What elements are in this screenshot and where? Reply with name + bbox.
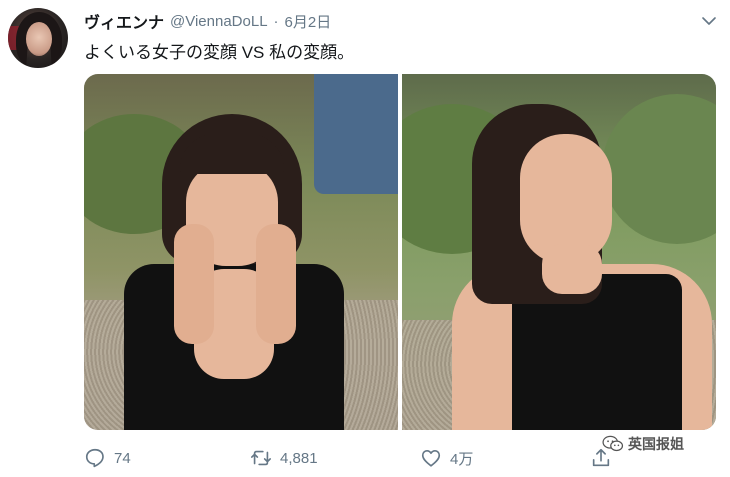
photo-background-wall: [314, 74, 398, 194]
header-separator: ·: [273, 12, 279, 30]
photo-hand-left: [174, 224, 214, 344]
avatar-face: [26, 22, 52, 56]
reply-button[interactable]: 74: [84, 444, 131, 472]
photo-bangs: [180, 134, 284, 174]
like-icon: [421, 450, 441, 467]
like-count: 4万: [450, 450, 474, 468]
display-name[interactable]: ヴィエンナ: [84, 9, 164, 33]
tweet-header: ヴィエンナ @ViennaDoLL · 6月2日: [84, 9, 332, 33]
avatar[interactable]: [8, 8, 68, 68]
user-handle[interactable]: @ViennaDoLL: [170, 13, 268, 30]
reply-count: 74: [114, 449, 131, 467]
wechat-icon: [602, 435, 624, 452]
retweet-button[interactable]: 4,881: [250, 444, 318, 472]
tweet-media[interactable]: [84, 74, 716, 430]
watermark-text: 英国报姐: [628, 436, 684, 452]
tweet-card: ヴィエンナ @ViennaDoLL · 6月2日 よくいる女子の変顔 VS 私の…: [0, 0, 730, 477]
photo-neck: [542, 244, 602, 294]
reply-icon: [85, 448, 104, 468]
photo-foliage: [602, 94, 716, 244]
more-icon[interactable]: [700, 12, 718, 30]
retweet-icon: [251, 450, 271, 466]
photo-hand-right: [256, 224, 296, 344]
photo-left[interactable]: [84, 74, 398, 430]
watermark: 英国报姐: [602, 432, 684, 456]
tweet-date[interactable]: 6月2日: [285, 11, 332, 32]
retweet-count: 4,881: [280, 449, 318, 467]
tweet-text: よくいる女子の変顔 VS 私の変顔。: [84, 43, 355, 62]
like-button[interactable]: 4万: [420, 444, 473, 472]
photo-right[interactable]: [402, 74, 716, 430]
